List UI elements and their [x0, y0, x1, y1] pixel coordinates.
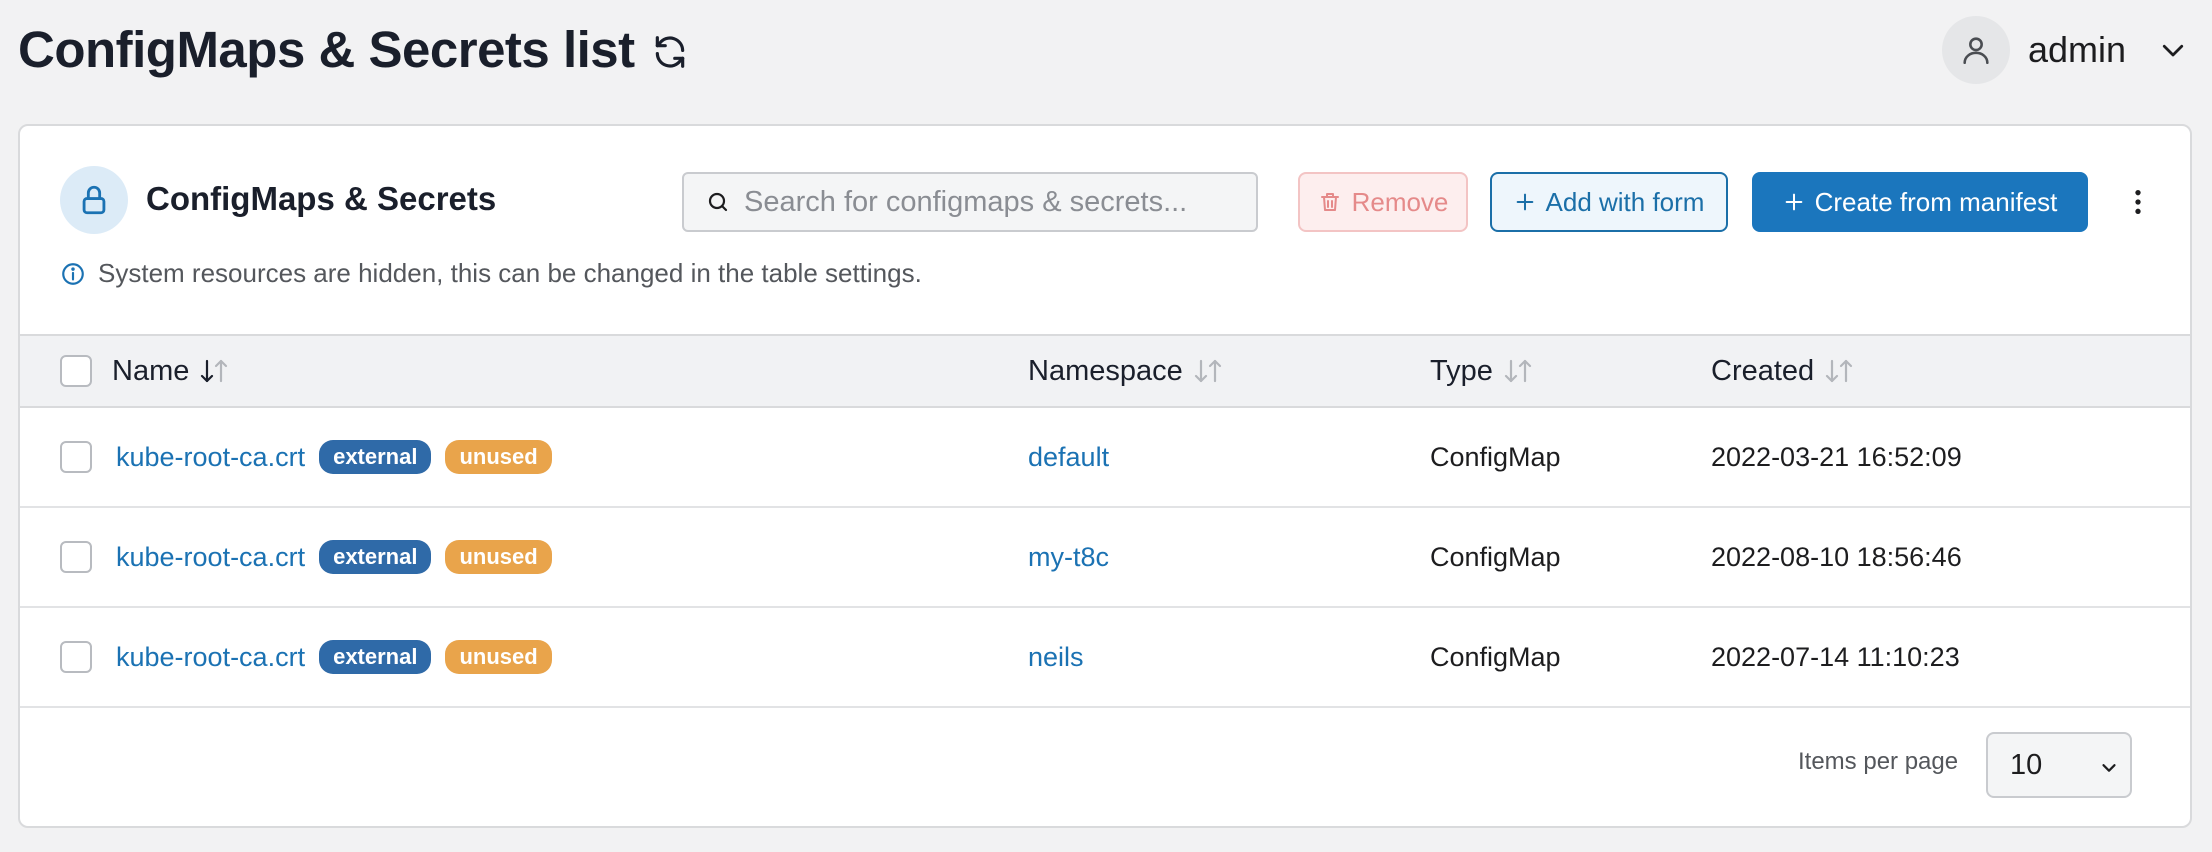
plus-icon: [1516, 193, 1533, 211]
name-cell: kube-root-ca.crt external unused: [116, 508, 552, 606]
created-cell: 2022-07-14 11:10:23: [1711, 641, 1960, 672]
sort-icon[interactable]: [1501, 357, 1537, 385]
sort-icon[interactable]: [1822, 357, 1858, 385]
items-per-page-label: Items per page: [1798, 748, 1959, 775]
namespace-link[interactable]: default: [1028, 442, 1109, 473]
info-text: System resources are hidden, this can be…: [98, 258, 922, 288]
configmaps-card: ConfigMaps & Secrets Remove Add with for…: [18, 124, 2192, 828]
type-cell: ConfigMap: [1430, 541, 1561, 572]
table-footer: Items per page 10: [20, 708, 2190, 820]
select-all-checkbox[interactable]: [60, 355, 92, 387]
configmap-name-link[interactable]: kube-root-ca.crt: [116, 642, 305, 673]
name-cell: kube-root-ca.crt external unused: [116, 608, 552, 706]
search-box[interactable]: [682, 172, 1258, 232]
remove-button[interactable]: Remove: [1298, 172, 1468, 232]
unused-badge: unused: [445, 440, 552, 474]
user-name[interactable]: admin: [2028, 29, 2126, 71]
name-cell: kube-root-ca.crt external unused: [116, 408, 552, 506]
external-badge: external: [319, 440, 432, 474]
type-cell: ConfigMap: [1430, 641, 1561, 672]
refresh-icon[interactable]: [651, 33, 689, 71]
lock-icon: [82, 185, 106, 215]
namespace-link[interactable]: neils: [1028, 642, 1084, 673]
namespace-cell: my-t8c: [1028, 508, 1109, 606]
items-per-page-select[interactable]: 10: [1986, 732, 2132, 798]
card-header: ConfigMaps & Secrets Remove Add with for…: [20, 126, 2190, 334]
page-title-text: ConfigMaps & Secrets list: [18, 21, 635, 78]
column-header-type[interactable]: Type: [1430, 336, 1537, 406]
type-cell: ConfigMap: [1430, 441, 1561, 472]
more-options-icon[interactable]: [2118, 182, 2158, 222]
row-checkbox[interactable]: [60, 441, 92, 473]
plus-icon: [1785, 193, 1802, 211]
configmap-name-link[interactable]: kube-root-ca.crt: [116, 542, 305, 573]
created-cell: 2022-03-21 16:52:09: [1711, 441, 1962, 472]
configmap-name-link[interactable]: kube-root-ca.crt: [116, 442, 305, 473]
chevron-down-icon: [2098, 756, 2120, 778]
external-badge: external: [319, 640, 432, 674]
table-row[interactable]: kube-root-ca.crt external unused default…: [20, 408, 2190, 508]
namespace-cell: neils: [1028, 608, 1084, 706]
info-icon: [62, 262, 84, 285]
namespace-link[interactable]: my-t8c: [1028, 542, 1109, 573]
search-input[interactable]: [744, 185, 1224, 219]
row-checkbox[interactable]: [60, 641, 92, 673]
table-header: Name Namespace Type Created: [20, 334, 2190, 408]
add-with-form-button[interactable]: Add with form: [1490, 172, 1728, 232]
top-bar: ConfigMaps & Secrets list admin: [0, 0, 2212, 112]
external-badge: external: [319, 540, 432, 574]
unused-badge: unused: [445, 640, 552, 674]
create-from-manifest-button[interactable]: Create from manifest: [1752, 172, 2088, 232]
row-checkbox[interactable]: [60, 541, 92, 573]
info-message: System resources are hidden, this can be…: [60, 258, 922, 289]
user-menu[interactable]: admin: [1941, 16, 2188, 84]
unused-badge: unused: [445, 540, 552, 574]
search-icon: [708, 192, 728, 212]
table-row[interactable]: kube-root-ca.crt external unused neils C…: [20, 608, 2190, 708]
add-button-label: Add with form: [1545, 186, 1705, 217]
column-header-namespace[interactable]: Namespace: [1028, 336, 1227, 406]
created-cell: 2022-08-10 18:56:46: [1711, 541, 1962, 572]
trash-icon: [1320, 193, 1339, 211]
create-button-label: Create from manifest: [1814, 186, 2058, 217]
column-header-created[interactable]: Created: [1711, 336, 1858, 406]
items-per-page-value: 10: [2010, 748, 2043, 781]
sort-icon[interactable]: [1191, 357, 1227, 385]
user-icon: [1963, 37, 1989, 65]
lock-badge: [60, 166, 128, 234]
sort-icon[interactable]: [197, 357, 233, 385]
avatar[interactable]: [1941, 16, 2010, 84]
column-header-name[interactable]: Name: [112, 336, 233, 406]
page-title: ConfigMaps & Secrets list: [18, 20, 689, 79]
chevron-down-icon[interactable]: [2158, 35, 2188, 65]
remove-button-label: Remove: [1351, 186, 1449, 217]
card-title: ConfigMaps & Secrets: [146, 180, 497, 217]
namespace-cell: default: [1028, 408, 1109, 506]
configmaps-table: Name Namespace Type Created kube-root-ca…: [20, 334, 2190, 820]
table-row[interactable]: kube-root-ca.crt external unused my-t8c …: [20, 508, 2190, 608]
